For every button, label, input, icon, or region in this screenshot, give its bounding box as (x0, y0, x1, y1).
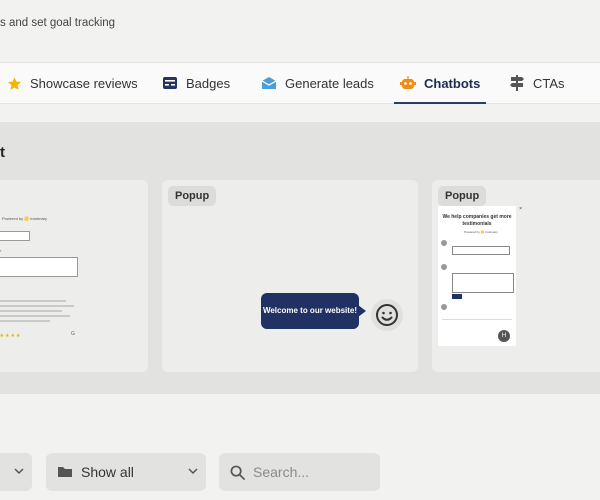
step-icon (441, 240, 447, 246)
tab-label: Showcase reviews (30, 75, 138, 91)
page-subtitle: s and set goal tracking (0, 17, 116, 29)
chatbot-template-card[interactable]: Powered by 🟡 trustmary ▪ ★★★★★ G (0, 180, 148, 372)
rating-stars: ★★★★★ (0, 333, 22, 339)
close-icon: × (519, 206, 522, 212)
folder-icon (57, 465, 73, 479)
tab-ctas[interactable]: CTAs (509, 63, 565, 103)
tab-generate-leads[interactable]: Generate leads (261, 63, 374, 103)
section-title: t (0, 144, 5, 161)
chatbot-gallery: t Powered by 🟡 trustmary ▪ ★★★★★ G Popup… (0, 122, 600, 394)
popup-heading: We help companies get more testimonials (442, 214, 512, 227)
smiley-icon (371, 299, 403, 331)
powered-by-label: Powered by 🟡 trustmary (464, 230, 498, 234)
search-icon (230, 465, 245, 480)
tab-label: Generate leads (285, 75, 374, 91)
tab-label: Badges (186, 75, 231, 91)
submit-button (452, 294, 462, 299)
message-field (0, 257, 78, 277)
step-icon (441, 264, 447, 270)
popup-preview: × We help companies get more testimonial… (438, 206, 522, 346)
step-icon (441, 304, 447, 310)
message-field (452, 273, 514, 293)
popup-badge: Popup (438, 186, 487, 206)
select-field (0, 231, 30, 241)
badge-icon (162, 75, 178, 91)
search-input[interactable] (253, 464, 368, 480)
robot-icon (400, 75, 416, 91)
tab-showcase-reviews[interactable]: Showcase reviews (6, 63, 138, 103)
google-icon: G (71, 331, 75, 337)
popup-badge: Popup (168, 186, 217, 206)
welcome-text: Welcome to our website! (262, 306, 358, 315)
folder-filter-dropdown[interactable]: Show all (46, 453, 206, 491)
divider (442, 319, 512, 320)
star-icon (6, 75, 22, 91)
select-field (452, 246, 510, 255)
powered-by-label: Powered by 🟡 trustmary (2, 216, 47, 221)
envelope-icon (261, 75, 277, 91)
signpost-icon (509, 75, 525, 91)
field-label: ▪ (0, 248, 2, 253)
review-text (0, 300, 74, 325)
tab-label: Chatbots (424, 75, 481, 91)
folder-filter-value: Show all (81, 464, 134, 480)
chevron-down-icon (14, 468, 24, 475)
tab-label: CTAs (533, 75, 565, 91)
avatar: H (498, 330, 510, 342)
tab-badges[interactable]: Badges (162, 63, 230, 103)
welcome-bubble: Welcome to our website! (261, 293, 366, 329)
search-box[interactable] (219, 453, 380, 491)
chatbot-template-card[interactable]: Popup Welcome to our website! (162, 180, 418, 372)
chevron-down-icon (188, 468, 198, 475)
feature-tabs: Showcase reviews Badges Generate leads C… (0, 62, 600, 104)
filter-dropdown[interactable] (0, 453, 32, 491)
tab-chatbots[interactable]: Chatbots (393, 63, 487, 104)
chatbot-template-card[interactable]: Popup × We help companies get more testi… (432, 180, 600, 372)
